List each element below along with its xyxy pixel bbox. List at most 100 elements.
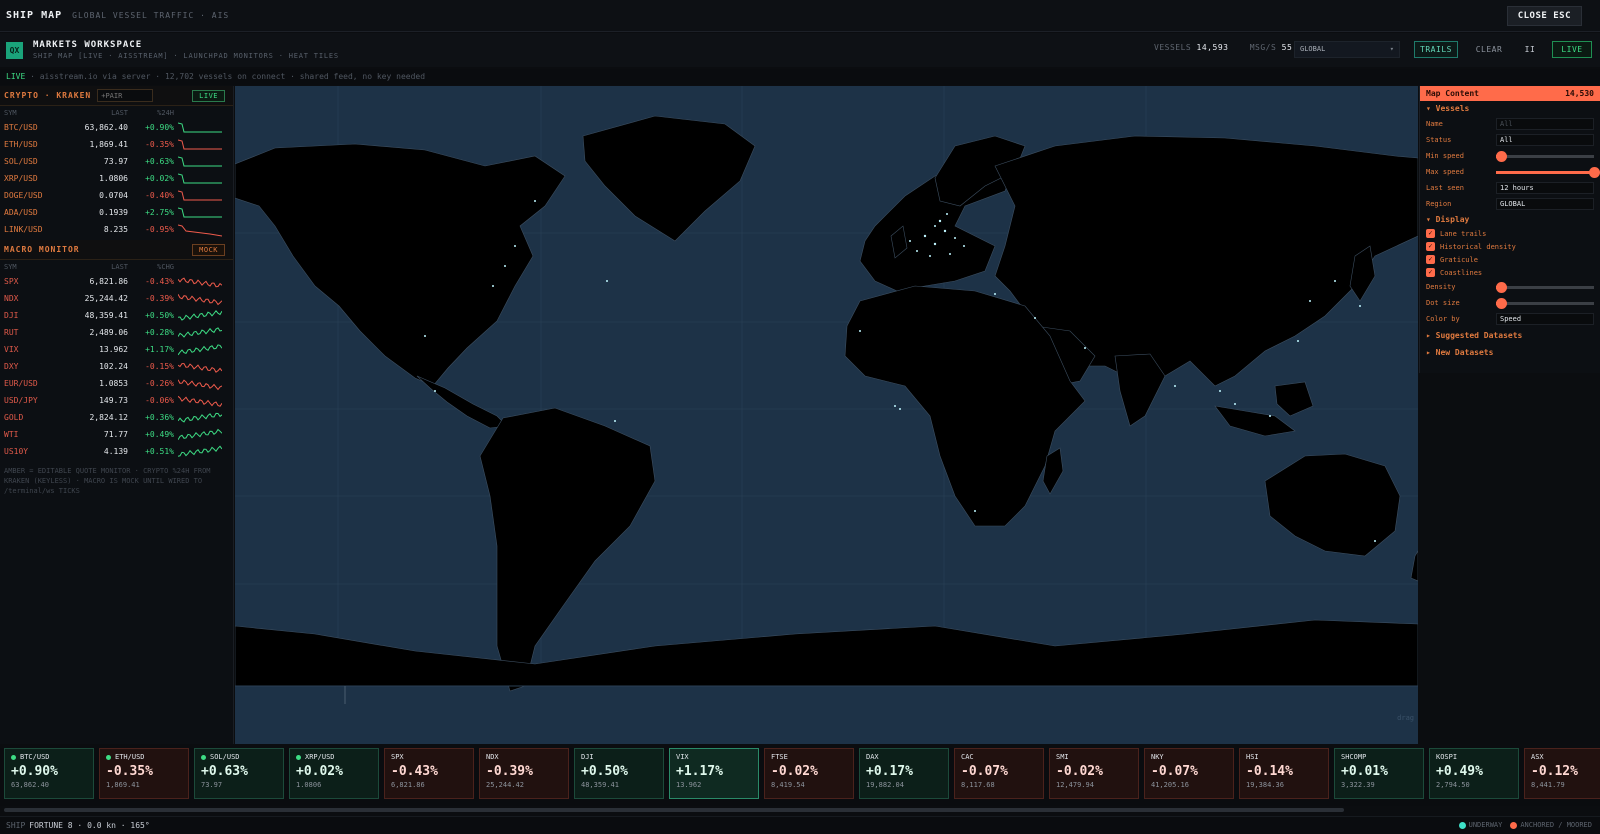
status-select[interactable]: All xyxy=(1496,134,1594,146)
display-section-toggle[interactable]: ▾ Display xyxy=(1420,212,1600,227)
ticker-tile[interactable]: SHCOMP +0.01% 3,322.39 xyxy=(1334,748,1424,799)
sparkline xyxy=(178,326,222,338)
last-seen-select[interactable]: 12 hours xyxy=(1496,182,1594,194)
ticker-tile[interactable]: CAC -0.07% 8,117.68 xyxy=(954,748,1044,799)
live-button[interactable]: LIVE xyxy=(1552,41,1592,58)
checkbox-checked-icon[interactable]: ✓ xyxy=(1426,229,1435,238)
quote-row[interactable]: DOGE/USD 0.0704 -0.40% xyxy=(0,187,233,204)
quote-row[interactable]: SPX 6,821.86 -0.43% xyxy=(0,273,233,290)
tile-last: 1.0806 xyxy=(296,781,322,789)
quote-row[interactable]: DXY 102.24 -0.15% xyxy=(0,358,233,375)
quote-row[interactable]: WTI 71.77 +0.49% xyxy=(0,426,233,443)
slider-knob[interactable] xyxy=(1495,151,1507,162)
map-content-header[interactable]: Map Content 14,530 xyxy=(1420,86,1600,101)
quote-change: -0.35% xyxy=(145,140,174,149)
quote-row[interactable]: LINK/USD 8.235 -0.95% xyxy=(0,221,233,238)
quote-row[interactable]: RUT 2,489.06 +0.28% xyxy=(0,324,233,341)
tile-change: -0.07% xyxy=(1151,764,1198,779)
tile-change: +0.01% xyxy=(1341,764,1388,779)
landmass-indonesia xyxy=(1214,405,1296,437)
quote-row[interactable]: GOLD 2,824.12 +0.36% xyxy=(0,409,233,426)
ticker-tile[interactable]: XRP/USD +0.02% 1.0806 xyxy=(289,748,379,799)
quote-row[interactable]: VIX 13.962 +1.17% xyxy=(0,341,233,358)
checkbox-checked-icon[interactable]: ✓ xyxy=(1426,242,1435,251)
macro-column-headers: SYM LAST %CHG xyxy=(0,260,233,273)
name-filter-input[interactable]: All xyxy=(1496,118,1594,130)
landmass-india xyxy=(1114,353,1166,427)
pause-button[interactable]: II xyxy=(1518,41,1542,58)
ticker-tiles: BTC/USD +0.90% 63,862.40 ETH/USD -0.35% 1,869… xyxy=(0,748,1600,806)
quote-row[interactable]: USD/JPY 149.73 -0.06% xyxy=(0,392,233,409)
tile-symbol-row: SOL/USD xyxy=(201,753,277,761)
quote-row[interactable]: XRP/USD 1.0806 +0.02% xyxy=(0,170,233,187)
region-field[interactable]: GLOBAL xyxy=(1496,198,1594,210)
display-option[interactable]: ✓ Historical density xyxy=(1420,240,1600,253)
quote-change: -0.06% xyxy=(145,396,174,405)
density-slider[interactable] xyxy=(1495,281,1594,293)
title-bar: SHIP MAP GLOBAL VESSEL TRAFFIC · AIS CLO… xyxy=(0,0,1600,32)
drag-hint: drag xyxy=(1397,714,1414,722)
tile-last: 6,821.86 xyxy=(391,781,425,789)
display-option[interactable]: ✓ Graticule xyxy=(1420,253,1600,266)
checkbox-checked-icon[interactable]: ✓ xyxy=(1426,268,1435,277)
ship-map[interactable]: drag xyxy=(235,86,1418,744)
quote-row[interactable]: ADA/USD 0.1939 +2.75% xyxy=(0,204,233,221)
ticker-tile[interactable]: NDX -0.39% 25,244.42 xyxy=(479,748,569,799)
quote-row[interactable]: ETH/USD 1,869.41 -0.35% xyxy=(0,136,233,153)
ticker-tile[interactable]: HSI -0.14% 19,384.36 xyxy=(1239,748,1329,799)
slider-knob[interactable] xyxy=(1495,298,1507,309)
vessels-count: 14,593 xyxy=(1196,43,1229,52)
close-button[interactable]: CLOSE ESC xyxy=(1506,6,1582,26)
quote-row[interactable]: DJI 48,359.41 +0.50% xyxy=(0,307,233,324)
min-speed-slider[interactable] xyxy=(1495,150,1594,162)
tile-last: 48,359.41 xyxy=(581,781,619,789)
ticker-tile[interactable]: ETH/USD -0.35% 1,869.41 xyxy=(99,748,189,799)
ticker-tile[interactable]: ASX -0.12% 8,441.79 xyxy=(1524,748,1600,799)
quote-row[interactable]: NDX 25,244.42 -0.39% xyxy=(0,290,233,307)
quote-row[interactable]: BTC/USD 63,862.40 +0.90% xyxy=(0,119,233,136)
quote-change: -0.26% xyxy=(145,379,174,388)
new-datasets-toggle[interactable]: ▸ New Datasets xyxy=(1420,344,1600,361)
color-by-select[interactable]: Speed xyxy=(1496,313,1594,325)
trails-button[interactable]: TRAILS xyxy=(1414,41,1458,58)
quote-last: 4.139 xyxy=(103,447,128,456)
min-speed-label: Min speed xyxy=(1426,152,1464,160)
slider-knob[interactable] xyxy=(1589,167,1600,178)
density-label: Density xyxy=(1426,283,1456,291)
map-content-title: Map Content xyxy=(1426,89,1479,98)
display-option[interactable]: ✓ Coastlines xyxy=(1420,266,1600,279)
slider-knob[interactable] xyxy=(1495,282,1507,293)
ticker-tile[interactable]: VIX +1.17% 13.962 xyxy=(669,748,759,799)
tile-last: 3,322.39 xyxy=(1341,781,1375,789)
region-select[interactable]: GLOBAL ▾ xyxy=(1294,41,1400,58)
ticker-tile[interactable]: BTC/USD +0.90% 63,862.40 xyxy=(4,748,94,799)
ticker-tile[interactable]: KOSPI +0.49% 2,794.50 xyxy=(1429,748,1519,799)
add-pair-input[interactable] xyxy=(97,89,154,102)
quote-last: 1.0806 xyxy=(99,174,128,183)
suggested-datasets-toggle[interactable]: ▸ Suggested Datasets xyxy=(1420,327,1600,344)
quote-last: 8.235 xyxy=(103,225,128,234)
ticker-scrollbar[interactable] xyxy=(4,808,1344,812)
clear-button[interactable]: CLEAR xyxy=(1468,41,1510,58)
ticker-tile[interactable]: NKY -0.07% 41,205.16 xyxy=(1144,748,1234,799)
ticker-tile[interactable]: SPX -0.43% 6,821.86 xyxy=(384,748,474,799)
tile-last: 8,441.79 xyxy=(1531,781,1565,789)
feed-status-text: · aisstream.io via server · 12,702 vesse… xyxy=(25,72,426,81)
quote-symbol: GOLD xyxy=(4,413,24,422)
ticker-tile[interactable]: DAX +0.17% 19,882.04 xyxy=(859,748,949,799)
ticker-tile[interactable]: SOL/USD +0.63% 73.97 xyxy=(194,748,284,799)
quote-row[interactable]: EUR/USD 1.0853 -0.26% xyxy=(0,375,233,392)
vessels-section-toggle[interactable]: ▾ Vessels xyxy=(1420,101,1600,116)
quote-row[interactable]: SOL/USD 73.97 +0.63% xyxy=(0,153,233,170)
quote-row[interactable]: US10Y 4.139 +0.51% xyxy=(0,443,233,460)
quote-change: +0.28% xyxy=(145,328,174,337)
quote-change: +0.50% xyxy=(145,311,174,320)
checkbox-checked-icon[interactable]: ✓ xyxy=(1426,255,1435,264)
display-option[interactable]: ✓ Lane trails xyxy=(1420,227,1600,240)
ticker-tile[interactable]: FTSE -0.02% 8,419.54 xyxy=(764,748,854,799)
tile-symbol: ASX xyxy=(1531,753,1544,761)
max-speed-slider[interactable] xyxy=(1496,166,1600,178)
ticker-tile[interactable]: SMI -0.02% 12,479.94 xyxy=(1049,748,1139,799)
dot-size-slider[interactable] xyxy=(1495,297,1594,309)
ticker-tile[interactable]: DJI +0.50% 48,359.41 xyxy=(574,748,664,799)
